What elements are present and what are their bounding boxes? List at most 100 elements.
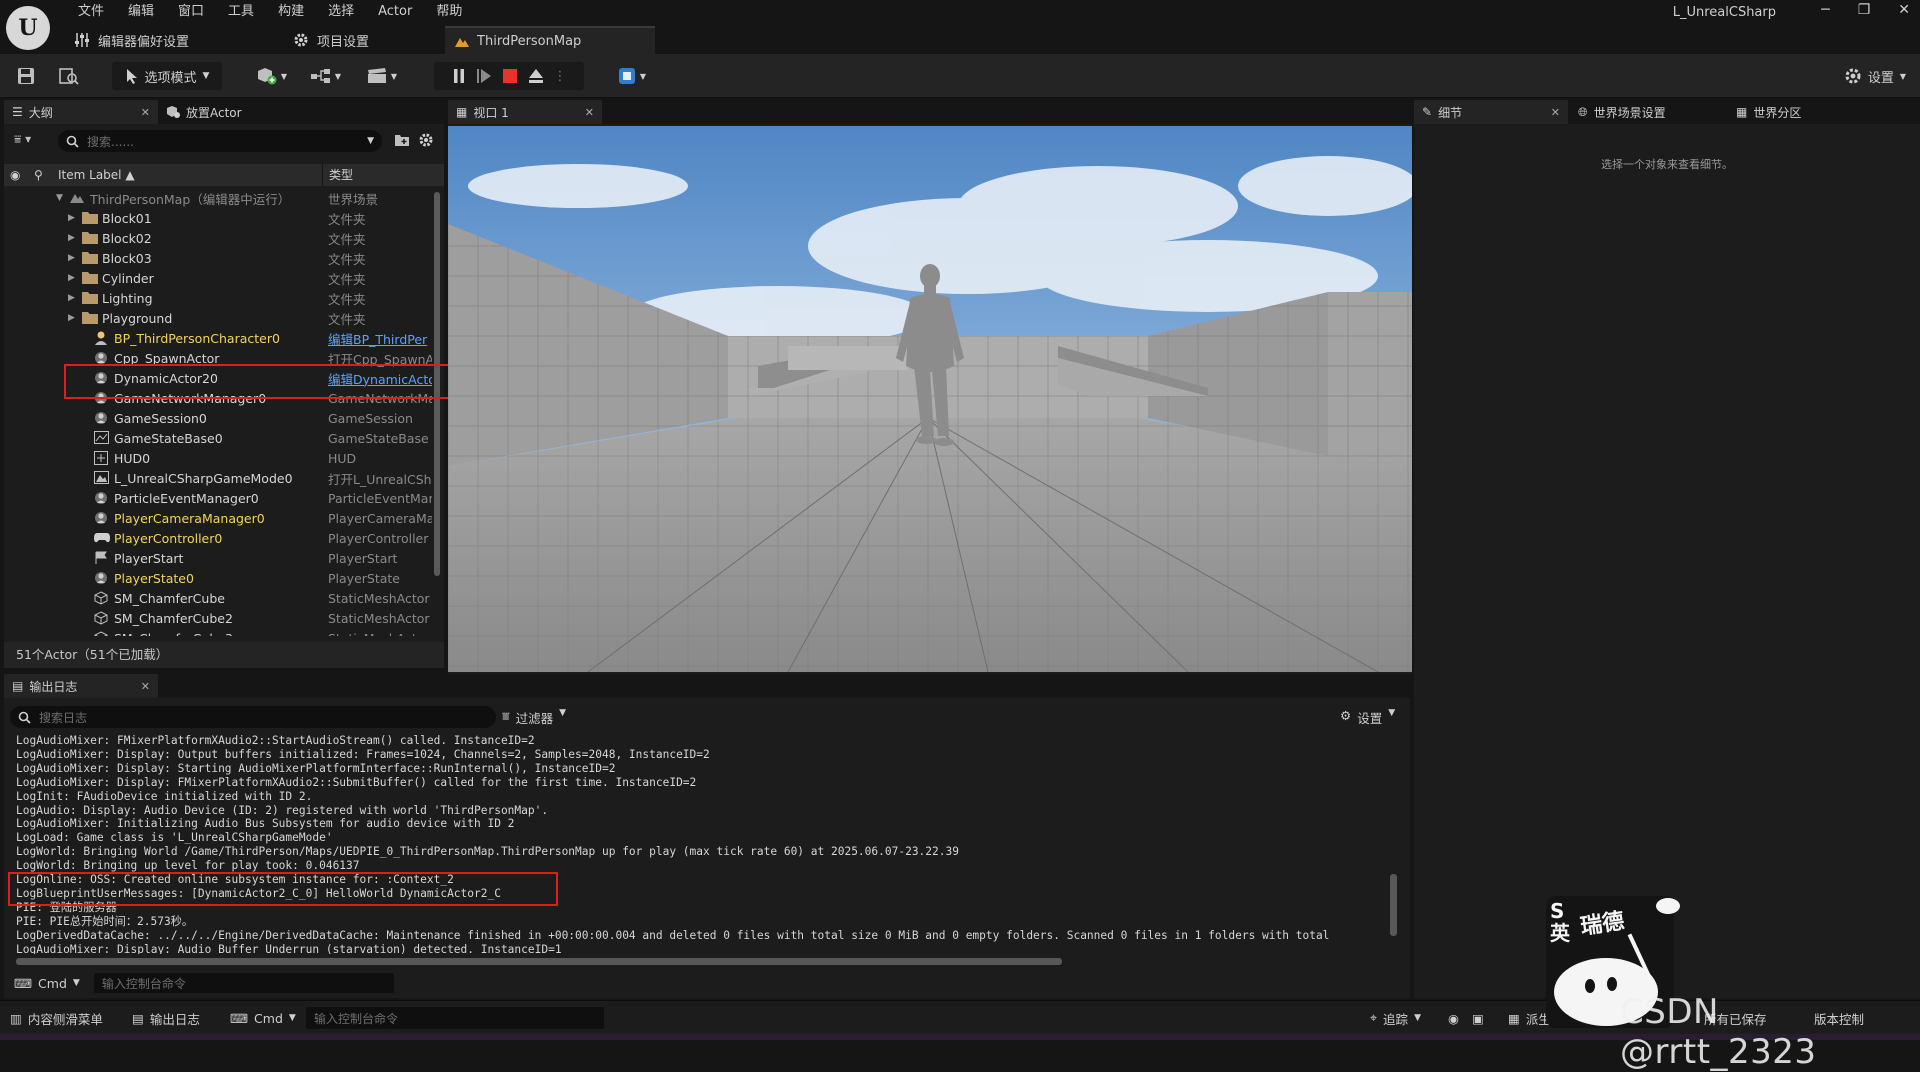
outliner-row[interactable]: PlayerState0 PlayerState: [4, 568, 436, 588]
outliner-row[interactable]: PlayerCameraManager0 PlayerCameraMa: [4, 508, 436, 528]
tab-editor-preferences[interactable]: 编辑器偏好设置: [64, 26, 203, 54]
minimize-icon[interactable]: ─: [1821, 2, 1829, 18]
eject-icon[interactable]: [528, 68, 544, 84]
outliner-scrollbar[interactable]: [434, 192, 440, 576]
pause-icon[interactable]: [452, 68, 466, 84]
outliner-row[interactable]: HUD0 HUD: [4, 448, 436, 468]
log-filter-button[interactable]: ⩸ 过滤器 ▼: [502, 708, 566, 727]
expand-arrow-right-icon[interactable]: ▶: [68, 293, 75, 303]
outliner-row[interactable]: ▼ ThirdPersonMap（编辑器中运行） 世界场景: [4, 188, 436, 208]
close-tab-icon[interactable]: ✕: [1551, 106, 1560, 119]
outliner-row[interactable]: ▶ Block03 文件夹: [4, 248, 436, 268]
log-horizontal-scrollbar[interactable]: [16, 958, 1062, 965]
log-settings-button[interactable]: ⚙ 设置 ▼: [1340, 708, 1395, 727]
content-drawer-button[interactable]: ▥ 内容侧滑菜单: [10, 1001, 103, 1035]
menu-window[interactable]: 窗口: [166, 3, 216, 21]
platforms-button[interactable]: ▼: [614, 62, 650, 90]
expand-arrow-right-icon[interactable]: ▶: [68, 273, 75, 283]
log-vertical-scrollbar[interactable]: [1390, 874, 1397, 936]
menu-build[interactable]: 构建: [266, 3, 316, 21]
close-tab-icon[interactable]: ✕: [141, 680, 150, 693]
outliner-row[interactable]: SM_ChamferCube StaticMeshActor: [4, 588, 436, 608]
tab-output-log[interactable]: ▤ 输出日志 ✕: [4, 674, 158, 698]
outliner-row[interactable]: PlayerStart PlayerStart: [4, 548, 436, 568]
tab-outliner[interactable]: ☰ 大纲 ✕: [4, 100, 158, 124]
filter-icon[interactable]: ⩸ ▾: [14, 132, 31, 147]
outliner-row[interactable]: SM_ChamferCube3 StaticMeshActor: [4, 628, 436, 636]
column-item-label[interactable]: Item Label ▲: [58, 168, 135, 182]
save-icon[interactable]: [14, 62, 38, 90]
cinematics-button[interactable]: ▼: [362, 62, 402, 90]
add-actor-button[interactable]: ▼: [252, 62, 292, 90]
new-folder-icon[interactable]: [394, 133, 410, 147]
outliner-row[interactable]: ▶ Cylinder 文件夹: [4, 268, 436, 288]
menu-edit[interactable]: 编辑: [116, 3, 166, 21]
menu-help[interactable]: 帮助: [424, 3, 474, 21]
tab-place-actors[interactable]: 放置Actor: [158, 100, 308, 124]
outliner-row[interactable]: SM_ChamferCube2 StaticMeshActor: [4, 608, 436, 628]
gear-icon[interactable]: [418, 132, 434, 148]
camera-icon[interactable]: ▣: [1472, 1001, 1484, 1035]
menu-tools[interactable]: 工具: [216, 3, 266, 21]
outliner-search-input[interactable]: 搜索...... ▼: [58, 130, 382, 152]
outliner-row[interactable]: PlayerController0 PlayerController: [4, 528, 436, 548]
trace-button[interactable]: ⌖ 追踪 ▼: [1370, 1001, 1421, 1035]
outliner-row[interactable]: BP_ThirdPersonCharacter0 编辑BP_ThirdPer: [4, 328, 436, 348]
column-type[interactable]: 类型: [322, 164, 353, 186]
expand-arrow-right-icon[interactable]: ▶: [68, 233, 75, 243]
chevron-down-icon[interactable]: ▼: [367, 136, 374, 146]
outliner-row[interactable]: ▶ Playground 文件夹: [4, 308, 436, 328]
tab-details[interactable]: ✎ 细节 ✕: [1414, 100, 1568, 124]
tab-project-settings[interactable]: 项目设置: [283, 26, 383, 54]
close-tab-icon[interactable]: ✕: [585, 106, 594, 119]
pin-icon[interactable]: ⚲: [34, 168, 43, 182]
outliner-row[interactable]: GameNetworkManager0 GameNetworkMa: [4, 388, 436, 408]
outliner-row[interactable]: Cpp_SpawnActor 打开Cpp_SpawnA: [4, 348, 436, 368]
row-type-link[interactable]: 编辑DynamicActo: [328, 369, 432, 388]
expand-arrow-right-icon[interactable]: ▶: [68, 253, 75, 263]
menu-select[interactable]: 选择: [316, 3, 366, 21]
record-icon[interactable]: ◉: [1448, 1001, 1459, 1035]
outliner-row[interactable]: DynamicActor20 编辑DynamicActo: [4, 368, 436, 388]
log-line: LogWorld: Bringing World /Game/ThirdPers…: [16, 845, 959, 859]
output-log-button[interactable]: ▤ 输出日志: [132, 1001, 200, 1035]
outliner-row[interactable]: ParticleEventManager0 ParticleEventMan: [4, 488, 436, 508]
expand-arrow-down-icon[interactable]: ▼: [56, 193, 63, 203]
outliner-row[interactable]: ▶ Lighting 文件夹: [4, 288, 436, 308]
expand-arrow-right-icon[interactable]: ▶: [68, 213, 75, 223]
blueprint-button[interactable]: ▼: [306, 62, 346, 90]
cmd-selector[interactable]: ⌨ Cmd ▼: [230, 1001, 296, 1035]
tab-viewport-1[interactable]: ▦ 视口 1 ✕: [448, 100, 602, 124]
close-icon[interactable]: ✕: [1898, 2, 1910, 18]
mode-select-button[interactable]: 选项模式 ▼: [112, 62, 222, 90]
csdn-watermark: CSDN @rrtt_2323: [1620, 992, 1817, 1072]
tab-third-person-map[interactable]: ThirdPersonMap: [445, 26, 656, 54]
outliner-row[interactable]: ▶ Block01 文件夹: [4, 208, 436, 228]
unreal-logo-icon[interactable]: U: [6, 6, 50, 50]
globe-icon: 🌐︎: [1578, 104, 1588, 119]
visibility-eye-icon[interactable]: ◉: [10, 168, 20, 182]
more-options-icon[interactable]: ⋮: [554, 69, 567, 84]
outliner-row[interactable]: GameSession0 GameSession: [4, 408, 436, 428]
tab-world-settings[interactable]: 🌐︎ 世界场景设置: [1568, 100, 1728, 124]
log-search-input[interactable]: 搜索日志: [10, 706, 496, 728]
console-command-input[interactable]: 输入控制台命令: [93, 973, 394, 993]
row-type-link[interactable]: 编辑BP_ThirdPer: [328, 329, 432, 348]
settings-button[interactable]: 设置 ▼: [1834, 62, 1916, 90]
outliner-row[interactable]: GameStateBase0 GameStateBase: [4, 428, 436, 448]
tab-world-partition[interactable]: ▦ 世界分区: [1728, 100, 1878, 124]
viewport-scene[interactable]: [448, 126, 1412, 672]
cmd-selector[interactable]: ⌨ Cmd ▼: [14, 976, 80, 991]
menu-file[interactable]: 文件: [66, 3, 116, 21]
restore-icon[interactable]: ❐: [1858, 2, 1871, 18]
outliner-row[interactable]: ▶ Block02 文件夹: [4, 228, 436, 248]
close-tab-icon[interactable]: ✕: [141, 106, 150, 119]
browse-content-icon[interactable]: [56, 62, 82, 90]
menu-actor[interactable]: Actor: [366, 3, 424, 21]
outliner-row[interactable]: L_UnrealCSharpGameMode0 打开L_UnrealCSh: [4, 468, 436, 488]
frame-skip-icon[interactable]: [476, 68, 492, 84]
console-command-input[interactable]: 输入控制台命令: [306, 1007, 604, 1029]
play-controls: ⋮: [434, 62, 584, 90]
expand-arrow-right-icon[interactable]: ▶: [68, 313, 75, 323]
stop-icon[interactable]: [502, 68, 518, 84]
